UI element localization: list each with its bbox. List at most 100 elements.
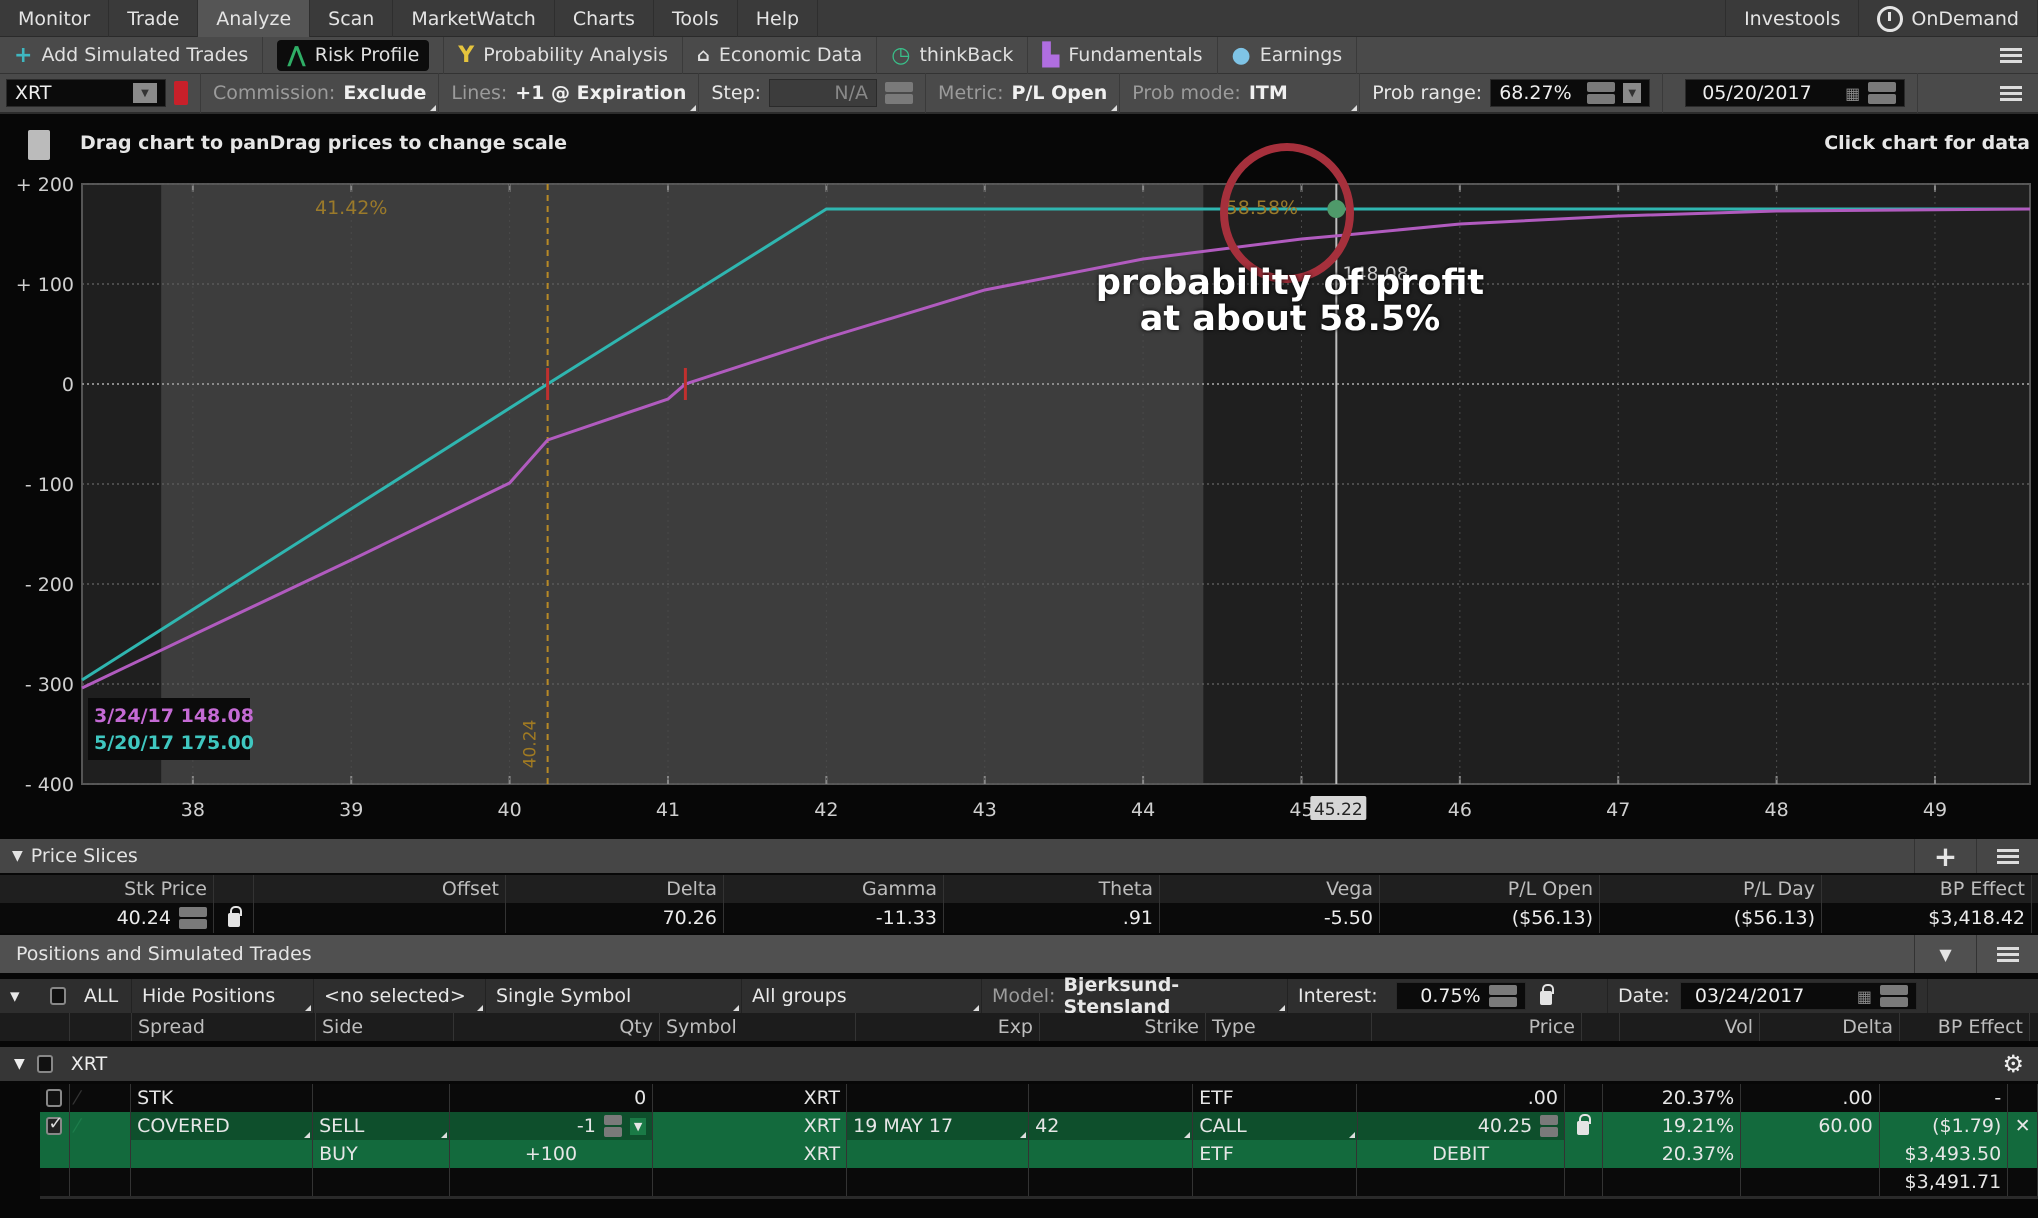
thinkback-tab[interactable]: ◷ thinkBack [877,36,1029,74]
position-row[interactable]: BUY +100 XRT ETF DEBIT 20.37% $3,493.50 [40,1140,2038,1168]
risk-profile-tab[interactable]: ⋀ Risk Profile [263,36,445,74]
price-control[interactable]: 40.25 [1357,1112,1566,1140]
menu-help[interactable]: Help [738,0,819,37]
symbol-dropdown-icon[interactable]: ▼ [133,83,157,103]
options-menu-icon[interactable] [2000,85,2022,101]
stk-price-value[interactable]: 40.24 [117,907,171,929]
menu-tools[interactable]: Tools [654,0,738,37]
symbol-mode-dropdown[interactable]: Single Symbol [486,979,742,1013]
lines-value[interactable]: +1 @ Expiration [515,82,686,104]
vol-cell: 20.37% [1603,1084,1742,1112]
earnings-tab[interactable]: ● Earnings [1218,36,1358,74]
chart-date-spinner[interactable] [1868,82,1897,104]
alert-flag-icon[interactable] [174,81,188,105]
price-slices-menu-icon[interactable] [1976,839,2038,873]
hide-positions-dropdown[interactable]: Hide Positions [132,979,314,1013]
group-row-xrt[interactable]: ▼ XRT ⚙ [0,1047,2038,1081]
row-checkbox[interactable] [46,1089,63,1107]
type-dropdown[interactable]: CALL [1193,1112,1358,1140]
chart-date-input[interactable]: 05/20/2017 [1702,82,1812,104]
ondemand-label: OnDemand [1911,7,2019,30]
position-row[interactable]: ⁄ COVERED SELL -1 ▼ XRT 19 MAY 17 42 CAL… [40,1112,2038,1140]
stk-price-cell[interactable]: 40.24 [0,903,214,933]
qty-dropdown-icon[interactable]: ▼ [629,1117,647,1135]
date-spinner[interactable] [1880,985,1908,1007]
interest-spinner[interactable] [1488,985,1517,1007]
lines-selector[interactable]: Lines: +1 @ Expiration [439,73,700,113]
positions-header[interactable]: Positions and Simulated Trades ▼ [0,935,2038,973]
qty-spinner[interactable] [603,1115,622,1137]
model-dropdown[interactable]: Model: Bjerksund-Stensland [982,974,1288,1018]
qty-control[interactable]: -1 ▼ [449,1112,654,1140]
exp-dropdown[interactable]: 19 MAY 17 [847,1112,1030,1140]
chevron-down-icon[interactable]: ▼ [14,1056,25,1072]
fundamentals-tab[interactable]: ▙ Fundamentals [1028,36,1218,74]
menu-charts[interactable]: Charts [555,0,654,37]
unlock-icon[interactable] [1539,984,1554,1005]
step-spinner[interactable] [885,82,914,104]
ondemand-button[interactable]: OnDemand [1859,0,2038,37]
prob-mode-value[interactable]: ITM [1249,82,1288,104]
metric-selector[interactable]: Metric: P/L Open [926,73,1121,113]
menu-marketwatch[interactable]: MarketWatch [393,0,555,37]
spread-dropdown[interactable]: COVERED [131,1112,314,1140]
qty-input[interactable]: -1 [577,1115,596,1137]
add-simulated-trades-button[interactable]: + Add Simulated Trades [0,36,264,74]
prob-mode-selector[interactable]: Prob mode: ITM [1120,73,1361,113]
side-dropdown[interactable]: SELL [313,1112,450,1140]
positions-menu-icon[interactable] [1976,935,2038,973]
offset-value [254,903,506,933]
symbol-selector[interactable]: XRT ▼ [0,73,201,113]
remove-row-icon[interactable]: ✕ [2008,1112,2038,1140]
menu-monitor[interactable]: Monitor [0,0,110,37]
price-lock-icon[interactable] [1577,1114,1592,1135]
investools-link[interactable]: Investools [1725,0,1860,37]
col-vol: Vol [1620,1013,1760,1041]
prob-range-spinner[interactable] [1587,82,1616,104]
symbol-cell: XRT [653,1140,848,1168]
economic-data-tab[interactable]: ⌂ Economic Data [683,36,878,74]
menu-analyze[interactable]: Analyze [198,0,311,37]
calendar-icon[interactable]: ▦ [1845,84,1860,103]
chevron-down-icon[interactable]: ▾ [0,979,40,1013]
commission-value[interactable]: Exclude [343,82,426,104]
chart-settings-icon[interactable] [28,130,50,160]
risk-profile-chart[interactable]: + 200 + 100 0 - 100 - 200 - 300 - 400 38 39 40 41 4… [0,174,2038,834]
probability-analysis-tab[interactable]: Y Probability Analysis [444,36,683,74]
prob-range-input[interactable]: 68.27% [1499,82,1571,104]
commission-selector[interactable]: Commission: Exclude [201,73,440,113]
groups-dropdown[interactable]: All groups [742,979,982,1013]
calendar-icon[interactable]: ▦ [1857,987,1872,1006]
gear-icon[interactable]: ⚙ [2002,1050,2024,1078]
metric-value[interactable]: P/L Open [1012,82,1108,104]
x-tick-label: 42 [814,799,838,821]
lock-icon[interactable] [227,906,242,927]
menu-scan[interactable]: Scan [310,0,394,37]
selection-dropdown[interactable]: <no selected> [314,979,486,1013]
x-tick-label: 46 [1448,799,1472,821]
step-input[interactable]: N/A [834,82,868,104]
price-spinner[interactable] [1540,1115,1559,1137]
symbol-input[interactable]: XRT [15,82,51,104]
prob-range-dropdown-icon[interactable]: ▼ [1623,83,1642,103]
clock-back-icon: ◷ [891,42,911,68]
price-slices-header[interactable]: ▼ Price Slices + [0,839,2038,873]
group-checkbox[interactable] [36,1055,53,1073]
menu-trade[interactable]: Trade [109,0,199,37]
gamma-value: -11.33 [724,903,944,933]
position-row[interactable]: ⁄ STK 0 XRT ETF .00 20.37% .00 - [40,1084,2038,1112]
stk-price-spinner[interactable] [179,907,207,929]
toolbar-menu-icon[interactable] [2000,47,2022,63]
strike-dropdown[interactable]: 42 [1029,1112,1194,1140]
collapse-icon[interactable]: ▼ [1914,935,1976,973]
total-row: $3,491.71 [40,1168,2038,1196]
interest-input[interactable]: 0.75% [1420,985,1480,1007]
chevron-down-icon[interactable]: ▼ [12,848,23,864]
select-all-checkbox[interactable] [50,987,66,1005]
add-slice-icon[interactable]: + [1914,839,1976,873]
date-input[interactable]: 03/24/2017 [1695,985,1805,1007]
positions-title: Positions and Simulated Trades [16,943,312,965]
row-checkbox[interactable] [46,1113,63,1135]
model-value[interactable]: Bjerksund-Stensland [1063,974,1277,1018]
price-input[interactable]: 40.25 [1478,1115,1532,1137]
